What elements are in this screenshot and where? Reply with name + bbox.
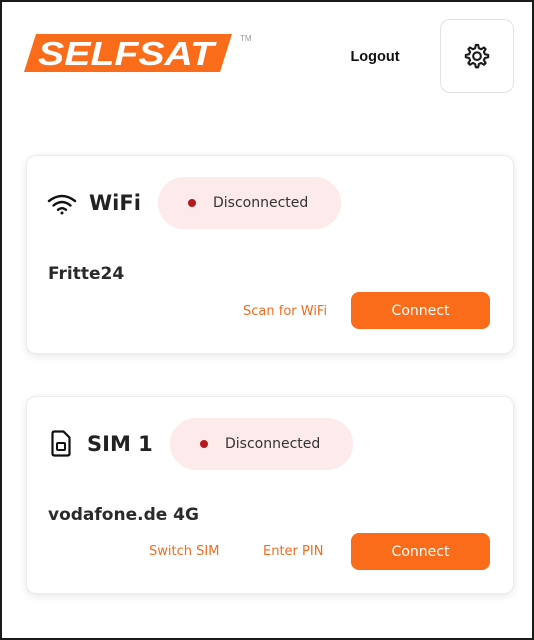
switch-sim-button[interactable]: Switch SIM xyxy=(149,543,219,561)
settings-button[interactable] xyxy=(440,19,514,93)
status-dot xyxy=(188,199,196,207)
sim-network-name: vodafone.de 4G xyxy=(48,505,199,525)
app-frame: SELFSAT TM Logout WiFi Disconnected Frit… xyxy=(0,0,534,640)
gear-icon xyxy=(464,43,490,69)
wifi-connect-button[interactable]: Connect xyxy=(351,292,490,329)
status-dot xyxy=(200,440,208,448)
wifi-title: WiFi xyxy=(89,191,141,215)
logout-button[interactable]: Logout xyxy=(342,46,408,68)
wifi-icon xyxy=(47,194,77,215)
wifi-card: WiFi Disconnected Fritte24 Scan for WiFi… xyxy=(26,155,514,354)
scan-wifi-button[interactable]: Scan for WiFi xyxy=(243,303,327,321)
enter-pin-button[interactable]: Enter PIN xyxy=(263,543,323,561)
trademark-mark: TM xyxy=(240,34,252,43)
logo-brand-text: SELFSAT xyxy=(38,35,217,72)
sim-card: SIM 1 Disconnected vodafone.de 4G Switch… xyxy=(26,396,514,594)
wifi-status-text: Disconnected xyxy=(213,195,309,211)
sim-status-badge: Disconnected xyxy=(170,418,353,470)
sim-title: SIM 1 xyxy=(87,432,153,456)
sim-card-icon xyxy=(51,430,71,457)
sim-status-text: Disconnected xyxy=(225,436,321,452)
wifi-network-name: Fritte24 xyxy=(48,264,125,284)
wifi-status-badge: Disconnected xyxy=(158,177,341,229)
sim-connect-button[interactable]: Connect xyxy=(351,533,490,570)
selfsat-logo: SELFSAT TM xyxy=(24,34,252,72)
